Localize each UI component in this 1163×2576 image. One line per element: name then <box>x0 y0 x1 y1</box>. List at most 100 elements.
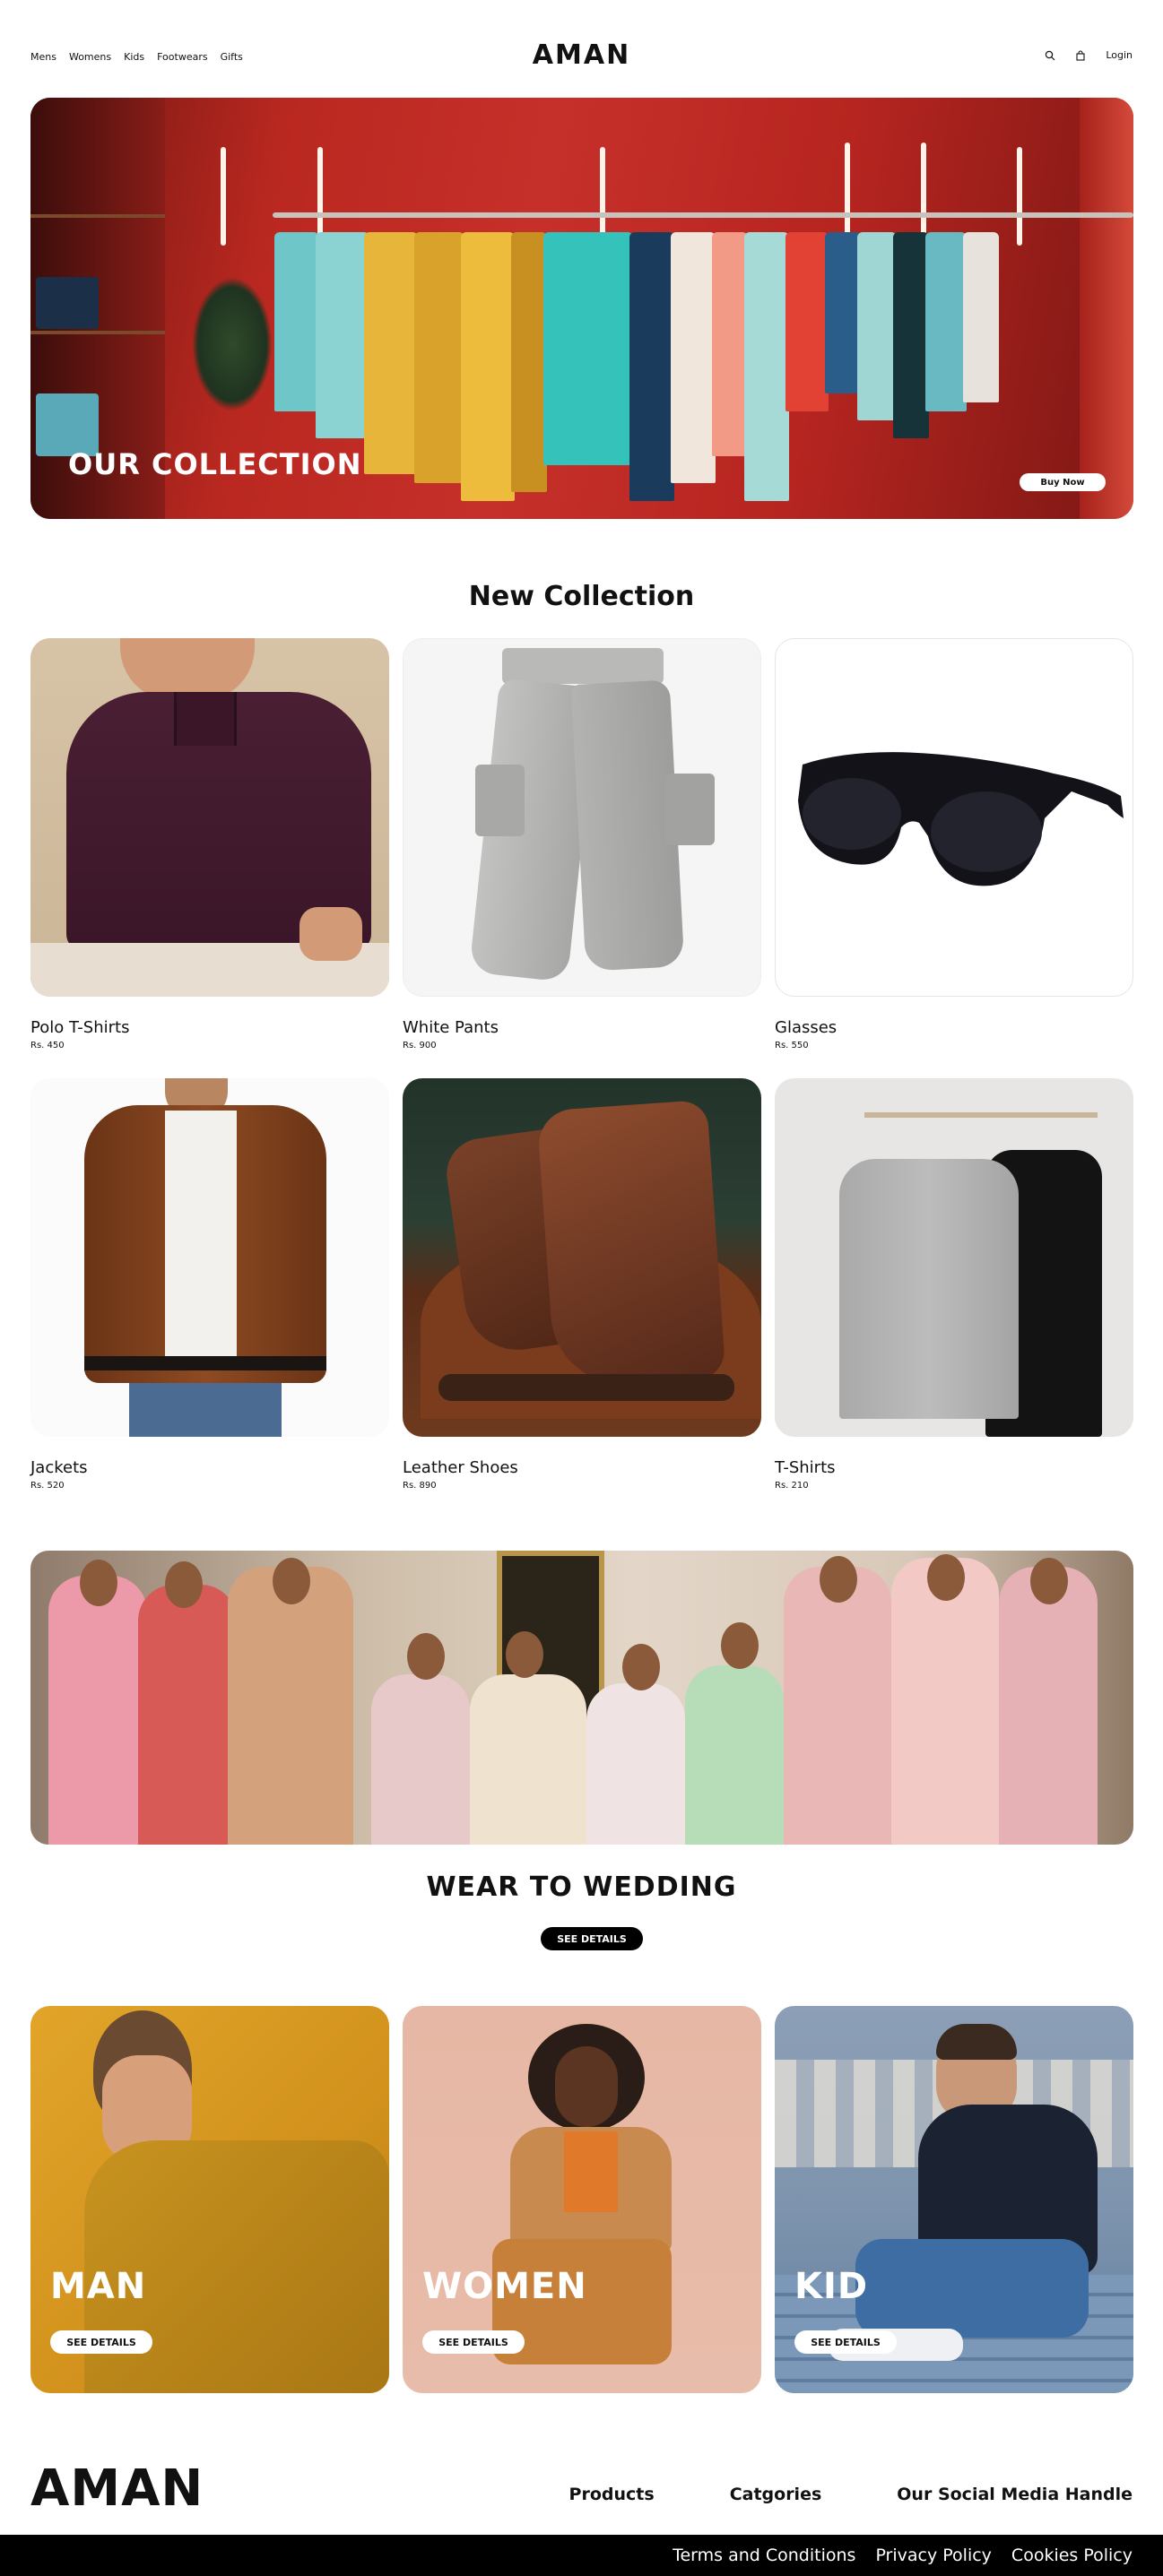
model-hair <box>936 2024 1017 2060</box>
guest-head <box>273 1558 310 1604</box>
product-card[interactable]: Jackets Rs. 520 <box>30 1078 389 1491</box>
hero-garment <box>414 232 464 483</box>
product-image-t-shirts[interactable] <box>775 1078 1133 1437</box>
white-tee <box>165 1111 237 1370</box>
hero-garment <box>857 232 897 420</box>
cookies-link[interactable]: Cookies Policy <box>1011 2546 1133 2565</box>
wedding-guest <box>891 1558 999 1845</box>
shopping-bag-icon[interactable] <box>1075 49 1086 61</box>
footer-link-categories[interactable]: Catgories <box>730 2485 822 2504</box>
wedding-banner[interactable] <box>30 1551 1133 1845</box>
wedding-see-details-button[interactable]: SEE DETAILS <box>541 1927 643 1950</box>
category-title: WOMEN <box>422 2266 587 2307</box>
sunglasses-icon <box>798 752 1124 886</box>
product-image-jackets[interactable] <box>30 1078 389 1437</box>
hero-garment <box>461 232 515 501</box>
wedding-guest <box>138 1585 237 1845</box>
guest-head <box>820 1556 857 1603</box>
guest-head <box>407 1633 445 1680</box>
header-actions: Login <box>1045 49 1133 61</box>
blue-jeans <box>855 2239 1089 2338</box>
hero-light <box>221 147 226 246</box>
buy-now-button[interactable]: Buy Now <box>1020 473 1106 491</box>
footer-link-products[interactable]: Products <box>569 2485 655 2504</box>
product-name[interactable]: Jackets <box>30 1458 389 1477</box>
cargo-pocket <box>475 765 525 836</box>
product-price: Rs. 550 <box>775 1041 809 1050</box>
product-image-white-pants[interactable] <box>403 638 761 997</box>
product-name[interactable]: Polo T-Shirts <box>30 1018 389 1037</box>
footer-logo[interactable]: AMAN <box>30 2459 204 2518</box>
boot-right <box>536 1099 726 1389</box>
product-name[interactable]: White Pants <box>403 1018 761 1037</box>
hero-shelf <box>30 214 165 218</box>
hero-window <box>1080 98 1133 519</box>
category-see-details-button[interactable]: SEE DETAILS <box>422 2330 525 2354</box>
grey-tshirt <box>839 1159 1019 1419</box>
hanging-rod <box>864 1112 1098 1118</box>
hero-clothes-rack <box>273 212 1133 218</box>
site-logo[interactable]: AMAN <box>0 39 1163 71</box>
product-name[interactable]: Leather Shoes <box>403 1458 761 1477</box>
search-icon[interactable] <box>1045 50 1055 61</box>
category-card-kid[interactable]: KID SEE DETAILS <box>775 2006 1133 2393</box>
terms-link[interactable]: Terms and Conditions <box>673 2546 855 2565</box>
hero-light <box>600 147 605 246</box>
product-image-polo[interactable] <box>30 638 389 997</box>
guest-head <box>927 1554 965 1601</box>
product-image-glasses[interactable] <box>775 638 1133 997</box>
guest-head <box>80 1560 117 1606</box>
product-card[interactable]: Polo T-Shirts Rs. 450 <box>30 638 389 1050</box>
wedding-guest <box>999 1567 1098 1845</box>
product-price: Rs. 210 <box>775 1481 809 1491</box>
product-name[interactable]: Glasses <box>775 1018 1133 1037</box>
guest-head <box>1030 1558 1068 1604</box>
hero-garment <box>629 232 674 501</box>
hero-plant <box>192 277 273 411</box>
hero-light <box>317 147 323 237</box>
login-link[interactable]: Login <box>1106 49 1133 61</box>
hero-garment <box>671 232 716 483</box>
category-card-women[interactable]: WOMEN SEE DETAILS <box>403 2006 761 2393</box>
product-card[interactable]: T-Shirts Rs. 210 <box>775 1078 1133 1491</box>
polo-collar <box>174 692 237 746</box>
product-price: Rs. 450 <box>30 1041 65 1050</box>
hero-shelf <box>30 331 165 334</box>
category-title: KID <box>794 2266 869 2307</box>
guest-head <box>165 1561 203 1608</box>
hero-garment <box>893 232 929 438</box>
jacket-hem <box>84 1356 326 1370</box>
hero-banner: OUR COLLECTION Buy Now <box>30 98 1133 519</box>
hero-garment <box>963 232 999 402</box>
footer-nav: Products Catgories Our Social Media Hand… <box>569 2485 1133 2504</box>
hero-light <box>921 143 926 241</box>
product-image-leather-shoes[interactable] <box>403 1078 761 1437</box>
product-card[interactable]: Glasses Rs. 550 <box>775 638 1133 1050</box>
product-name[interactable]: T-Shirts <box>775 1458 1133 1477</box>
wedding-guest <box>228 1567 353 1845</box>
wedding-guest <box>48 1576 147 1845</box>
privacy-link[interactable]: Privacy Policy <box>875 2546 991 2565</box>
hero-garment <box>364 232 418 474</box>
footer-link-social[interactable]: Our Social Media Handle <box>897 2485 1133 2504</box>
footer-bottom-bar: Terms and Conditions Privacy Policy Cook… <box>0 2535 1163 2576</box>
product-card[interactable]: White Pants Rs. 900 <box>403 638 761 1050</box>
guest-head <box>721 1622 759 1669</box>
cargo-pocket <box>665 774 715 845</box>
hero-light <box>845 143 850 246</box>
hero-garment <box>543 232 633 465</box>
model-face <box>555 2046 618 2127</box>
product-card[interactable]: Leather Shoes Rs. 890 <box>403 1078 761 1491</box>
hero-title: OUR COLLECTION <box>68 447 362 481</box>
hero-folded-clothes <box>36 277 99 329</box>
model-jeans <box>129 1383 282 1437</box>
category-see-details-button[interactable]: SEE DETAILS <box>50 2330 152 2354</box>
product-price: Rs. 900 <box>403 1041 437 1050</box>
category-card-man[interactable]: MAN SEE DETAILS <box>30 2006 389 2393</box>
hero-garment <box>744 232 789 501</box>
wedding-guest <box>371 1674 470 1845</box>
category-see-details-button[interactable]: SEE DETAILS <box>794 2330 897 2354</box>
hero-garment <box>316 232 369 438</box>
new-collection-title: New Collection <box>468 581 695 612</box>
hero-garment <box>274 232 319 411</box>
